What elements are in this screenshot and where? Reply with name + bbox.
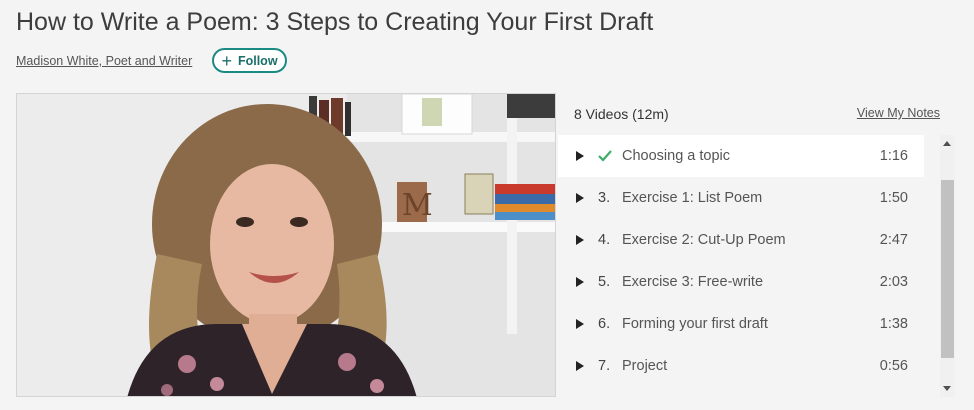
play-icon [576,235,584,245]
videos-count: 8 Videos (12m) [574,106,669,122]
lesson-duration: 1:16 [879,148,908,164]
follow-label: Follow [237,53,278,68]
lesson-item-exercise-3[interactable]: 5. Exercise 3: Free-write 2:03 [558,261,924,303]
lesson-duration: 2:03 [879,274,908,290]
view-notes-link[interactable]: View My Notes [857,106,940,120]
lesson-number: 3. [598,190,611,206]
lesson-label: Project [622,358,668,374]
plus-icon: + [221,50,232,71]
lesson-number: 4. [598,232,611,248]
lesson-item-exercise-2[interactable]: 4. Exercise 2: Cut-Up Poem 2:47 [558,219,924,261]
scrollbar-thumb[interactable] [941,180,954,358]
teacher-link[interactable]: Madison White, Poet and Writer [16,54,192,68]
play-icon [576,319,584,329]
lesson-label: Forming your first draft [622,316,768,332]
lesson-label: Exercise 1: List Poem [622,190,763,206]
svg-text:M: M [402,188,433,223]
lesson-list: Choosing a topic 1:16 3. Exercise 1: Lis… [558,135,924,397]
check-icon [598,150,622,162]
lesson-number: 5. [598,274,611,290]
class-page: How to Write a Poem: 3 Steps to Creating… [0,0,974,410]
lesson-item-project[interactable]: 7. Project 0:56 [558,345,924,387]
lesson-item-first-draft[interactable]: 6. Forming your first draft 1:38 [558,303,924,345]
play-icon [576,277,584,287]
lesson-label: Choosing a topic [622,148,731,164]
lesson-item-exercise-1[interactable]: 3. Exercise 1: List Poem 1:50 [558,177,924,219]
play-icon [576,193,584,203]
page-title: How to Write a Poem: 3 Steps to Creating… [16,8,654,36]
video-player[interactable]: M [16,93,556,397]
lesson-label: Exercise 3: Free-write [622,274,764,290]
lesson-duration: 1:38 [879,316,908,332]
lesson-duration: 1:50 [879,190,908,206]
lesson-duration: 2:47 [879,232,908,248]
play-icon [576,361,584,371]
playlist-scrollbar[interactable] [940,135,955,397]
follow-button[interactable]: + Follow [212,48,287,73]
play-icon [576,151,584,161]
lesson-number: 6. [598,316,611,332]
video-frame: M [17,94,555,396]
lesson-label: Exercise 2: Cut-Up Poem [622,232,786,248]
scroll-up-arrow-icon[interactable] [943,141,951,146]
lesson-item-choosing-topic[interactable]: Choosing a topic 1:16 [558,135,924,177]
lesson-duration: 0:56 [879,358,908,374]
lesson-number: 7. [598,358,611,374]
scroll-down-arrow-icon[interactable] [943,386,951,391]
